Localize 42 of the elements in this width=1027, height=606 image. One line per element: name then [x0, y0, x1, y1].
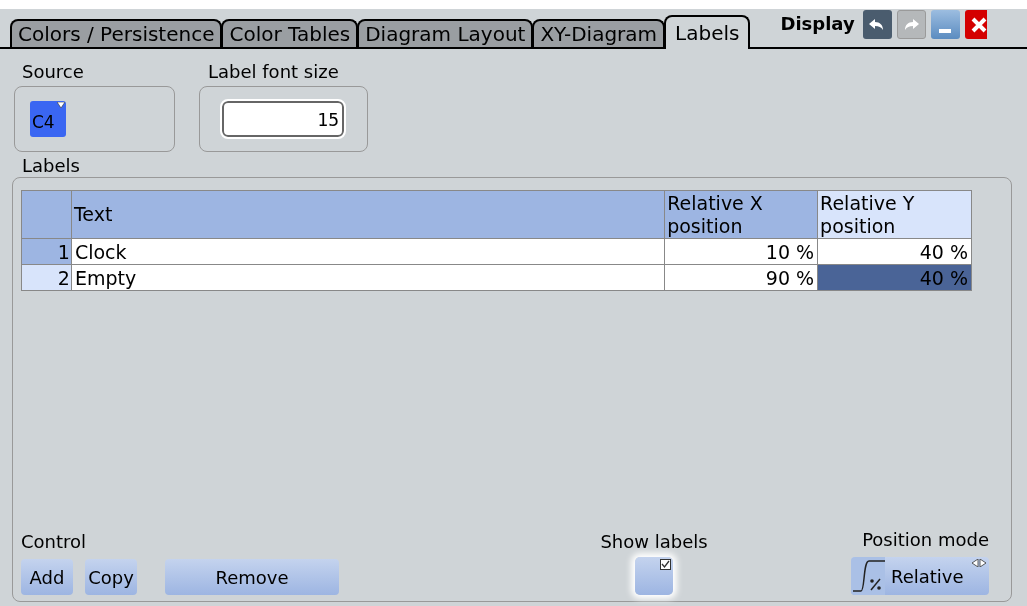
- copy-button[interactable]: Copy: [85, 559, 137, 595]
- label-font-size-label: Label font size: [207, 61, 340, 83]
- close-button[interactable]: [964, 10, 987, 39]
- position-mode-label: Position mode: [862, 529, 989, 551]
- source-label: Source: [21, 61, 85, 83]
- control-label: Control: [21, 531, 88, 553]
- table-cell[interactable]: 10 %: [664, 238, 818, 265]
- tab[interactable]: Colors / Persistence: [10, 19, 223, 47]
- add-button[interactable]: Add: [21, 559, 73, 595]
- source-selector[interactable]: C4: [30, 101, 66, 137]
- table-cell[interactable]: Clock: [71, 238, 665, 265]
- show-labels-label: Show labels: [600, 531, 708, 553]
- column-header[interactable]: Relative Y position: [817, 190, 972, 239]
- table-cell[interactable]: 40 %: [817, 264, 972, 291]
- checkmark-icon: [660, 559, 671, 570]
- column-header[interactable]: Text: [71, 190, 665, 239]
- table-cell[interactable]: 90 %: [664, 264, 818, 291]
- show-labels-checkbox[interactable]: [635, 557, 673, 595]
- position-mode-button[interactable]: Relative: [851, 557, 989, 595]
- left-right-arrows-icon: [972, 559, 986, 567]
- window-title: Display: [780, 12, 855, 36]
- redo-arrow-icon: [903, 18, 920, 31]
- corner-header: [21, 190, 72, 239]
- tab[interactable]: Color Tables: [221, 19, 359, 47]
- minimize-button[interactable]: [930, 10, 960, 39]
- font-size-field[interactable]: 15: [222, 101, 344, 137]
- labels-group-title: Labels: [21, 155, 81, 177]
- undo-arrow-icon: [869, 18, 886, 31]
- dropdown-triangle-icon: [57, 102, 65, 108]
- tab[interactable]: Labels: [664, 15, 751, 49]
- tab[interactable]: Diagram Layout: [357, 19, 534, 47]
- close-icon: [971, 16, 987, 33]
- minimize-icon: [939, 29, 952, 33]
- row-number[interactable]: 1: [21, 238, 72, 265]
- table-cell[interactable]: Empty: [71, 264, 665, 291]
- tab[interactable]: XY-Diagram: [532, 19, 666, 47]
- step-percent-icon: [851, 557, 885, 595]
- undo-button[interactable]: [862, 10, 892, 39]
- remove-button[interactable]: Remove: [165, 559, 339, 595]
- column-header[interactable]: Relative X position: [664, 190, 818, 239]
- table-cell[interactable]: 40 %: [817, 238, 972, 265]
- row-number[interactable]: 2: [21, 264, 72, 291]
